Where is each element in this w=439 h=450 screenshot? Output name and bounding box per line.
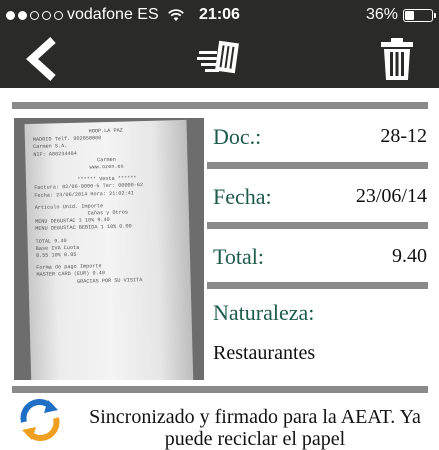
- battery-status: 36%: [365, 6, 436, 24]
- naturaleza-label: Naturaleza:: [213, 300, 315, 325]
- chevron-left-icon: [26, 37, 56, 81]
- receipt-photo[interactable]: HOOP.LA PAZ MADRID Telf. 902850000 Carmen …: [14, 118, 204, 380]
- document-detail: HOOP.LA PAZ MADRID Telf. 902850000 Carmen …: [0, 88, 439, 450]
- trash-icon: [381, 38, 413, 80]
- doc-label: Doc.:: [213, 124, 262, 149]
- naturaleza-value[interactable]: Restaurantes: [213, 342, 315, 365]
- delete-button[interactable]: [372, 30, 422, 88]
- doc-value[interactable]: 28-12: [380, 125, 427, 148]
- divider: [207, 282, 428, 289]
- sync-arrows-icon: [20, 399, 60, 441]
- receipt-paper: HOOP.LA PAZ MADRID Telf. 902850000 Carmen …: [24, 119, 194, 380]
- scan-button[interactable]: [190, 30, 250, 88]
- status-bar: vodafone ES 21:06 36%: [0, 0, 439, 30]
- total-label: Total:: [213, 244, 265, 269]
- total-value[interactable]: 9.40: [392, 245, 427, 268]
- scan-document-icon: [197, 40, 239, 74]
- battery-level-fill: [405, 10, 414, 20]
- fecha-label: Fecha:: [213, 184, 272, 209]
- divider: [12, 102, 428, 109]
- back-button[interactable]: [18, 30, 64, 88]
- fecha-value[interactable]: 23/06/14: [356, 185, 427, 208]
- divider: [207, 162, 428, 169]
- divider: [12, 386, 428, 393]
- battery-icon: [403, 8, 436, 22]
- navigation-bar: [0, 30, 439, 88]
- sync-status-message: Sincronizado y firmado para la AEAT. Ya …: [89, 406, 421, 450]
- divider: [207, 222, 428, 229]
- battery-percent: 36%: [365, 6, 398, 23]
